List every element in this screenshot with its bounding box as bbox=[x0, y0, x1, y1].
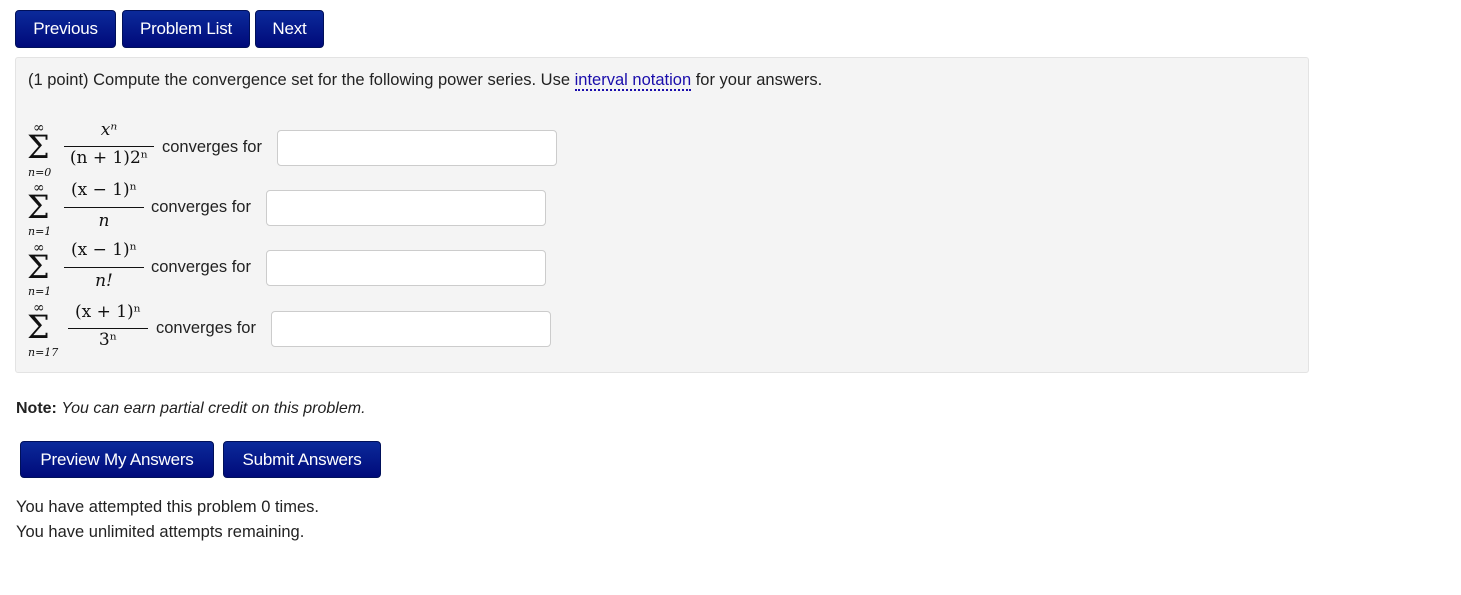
converges-label: converges for bbox=[156, 319, 256, 337]
problem-intro: (1 point) Compute the convergence set fo… bbox=[28, 71, 823, 91]
sum-lower: n=1 bbox=[28, 285, 52, 298]
denominator: (n + 1)2ⁿ bbox=[69, 148, 149, 168]
preview-answers-button[interactable]: Preview My Answers bbox=[20, 441, 214, 478]
fraction-bar bbox=[64, 146, 154, 147]
sigma-icon: Σ bbox=[27, 128, 50, 166]
fraction-bar bbox=[64, 207, 144, 208]
answer-input-4[interactable] bbox=[271, 311, 551, 347]
denominator: n bbox=[98, 211, 110, 231]
numerator: (x + 1)ⁿ bbox=[74, 302, 142, 322]
submit-answers-button[interactable]: Submit Answers bbox=[223, 441, 381, 478]
fraction-bar bbox=[64, 267, 144, 268]
sigma-icon: Σ bbox=[27, 248, 50, 286]
denominator: n! bbox=[95, 271, 113, 291]
fraction-bar bbox=[68, 328, 148, 329]
converges-label: converges for bbox=[151, 258, 251, 276]
answer-input-2[interactable] bbox=[266, 190, 546, 226]
denominator: 3ⁿ bbox=[98, 330, 118, 350]
sum-lower: n=0 bbox=[28, 166, 52, 179]
partial-credit-note: Note: You can earn partial credit on thi… bbox=[16, 400, 366, 417]
sum-lower: n=17 bbox=[28, 346, 59, 359]
sigma-icon: Σ bbox=[27, 308, 50, 346]
answer-input-3[interactable] bbox=[266, 250, 546, 286]
attempts-text: You have attempted this problem 0 times. bbox=[16, 498, 319, 516]
remaining-text: You have unlimited attempts remaining. bbox=[16, 523, 305, 541]
sum-lower: n=1 bbox=[28, 225, 52, 238]
converges-label: converges for bbox=[162, 138, 262, 156]
interval-notation-link[interactable]: interval notation bbox=[574, 71, 692, 91]
numerator: (x − 1)ⁿ bbox=[70, 180, 138, 200]
converges-label: converges for bbox=[151, 198, 251, 216]
numerator: (x − 1)ⁿ bbox=[70, 240, 138, 260]
sigma-icon: Σ bbox=[27, 188, 50, 226]
answer-input-1[interactable] bbox=[277, 130, 557, 166]
problem-list-button[interactable]: Problem List bbox=[122, 10, 250, 48]
next-button[interactable]: Next bbox=[255, 10, 324, 48]
numerator: xⁿ bbox=[100, 120, 118, 140]
previous-button[interactable]: Previous bbox=[15, 10, 116, 48]
